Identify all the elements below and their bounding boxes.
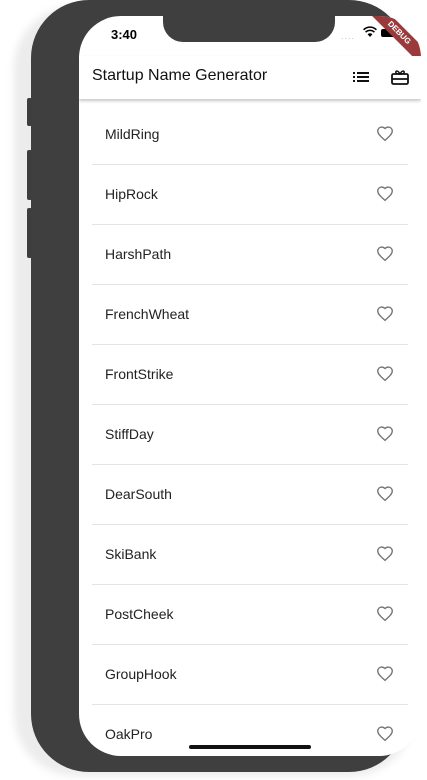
heart-outline-icon[interactable] <box>376 365 394 383</box>
name-list: MildRing HipRock HarshPath FrenchWheat F… <box>92 105 408 756</box>
heart-outline-icon[interactable] <box>376 725 394 743</box>
list-icon <box>353 72 369 82</box>
list-item-label: GroupHook <box>105 666 177 682</box>
list-item[interactable]: StiffDay <box>92 405 408 465</box>
list-item[interactable]: FrenchWheat <box>92 285 408 345</box>
list-item-label: FrontStrike <box>105 366 174 382</box>
saved-list-button[interactable] <box>350 66 372 88</box>
app-title: Startup Name Generator <box>92 67 268 84</box>
list-item-label: StiffDay <box>105 426 154 442</box>
list-item-label: MildRing <box>105 126 160 142</box>
heart-outline-icon[interactable] <box>376 605 394 623</box>
gift-card-icon <box>391 70 409 85</box>
phone-frame: 3:40 .... DEBUG Startup Name Generator M… <box>31 0 421 772</box>
home-indicator[interactable] <box>189 745 311 749</box>
list-item[interactable]: PostCheek <box>92 585 408 645</box>
phone-screen: 3:40 .... DEBUG Startup Name Generator M… <box>79 16 421 756</box>
list-item[interactable]: HipRock <box>92 165 408 225</box>
list-item-label: OakPro <box>105 726 153 742</box>
list-item-label: HarshPath <box>105 246 172 262</box>
heart-outline-icon[interactable] <box>376 305 394 323</box>
notch <box>163 16 335 42</box>
list-item-label: SkiBank <box>105 546 157 562</box>
list-item[interactable]: FrontStrike <box>92 345 408 405</box>
wifi-icon <box>363 26 377 37</box>
heart-outline-icon[interactable] <box>376 545 394 563</box>
list-item-label: FrenchWheat <box>105 306 190 322</box>
list-item-label: DearSouth <box>105 486 172 502</box>
gift-card-button[interactable] <box>389 66 411 88</box>
app-bar: Startup Name Generator <box>79 56 421 99</box>
status-time: 3:40 <box>111 27 138 42</box>
list-item[interactable]: DearSouth <box>92 465 408 525</box>
list-item-label: HipRock <box>105 186 158 202</box>
list-item[interactable]: MildRing <box>92 105 408 165</box>
heart-outline-icon[interactable] <box>376 185 394 203</box>
list-item[interactable]: GroupHook <box>92 645 408 705</box>
list-item[interactable]: HarshPath <box>92 225 408 285</box>
heart-outline-icon[interactable] <box>376 425 394 443</box>
heart-outline-icon[interactable] <box>376 485 394 503</box>
heart-outline-icon[interactable] <box>376 125 394 143</box>
heart-outline-icon[interactable] <box>376 245 394 263</box>
signal-icon: .... <box>341 31 356 41</box>
heart-outline-icon[interactable] <box>376 665 394 683</box>
list-item-label: PostCheek <box>105 606 174 622</box>
list-item[interactable]: SkiBank <box>92 525 408 585</box>
